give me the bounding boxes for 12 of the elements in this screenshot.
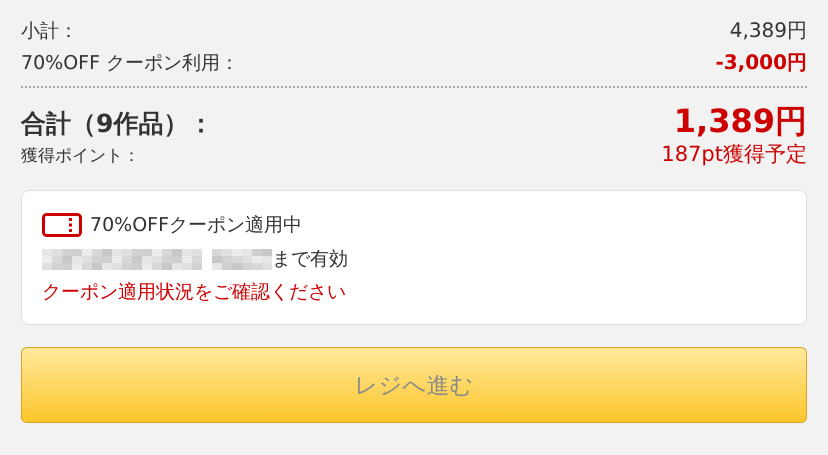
points-label: 獲得ポイント： [21,145,140,168]
summary-amount: -3,000円 [715,49,807,76]
coupon-title: 70%OFFクーポン適用中 [90,213,302,238]
summary-amount: 4,389円 [730,17,807,44]
total-amount: 1,389円 [674,101,807,142]
coupon-validity: まで有効 [272,247,348,272]
coupon-notice: クーポン適用状況をご確認ください [42,280,347,305]
summary-label: 70%OFF クーポン利用： [21,51,240,76]
summary-label: 小計： [21,19,78,44]
total-label: 合計（9作品）： [21,108,214,140]
ticket-icon [42,213,82,237]
points-value: 187pt獲得予定 [661,141,807,168]
